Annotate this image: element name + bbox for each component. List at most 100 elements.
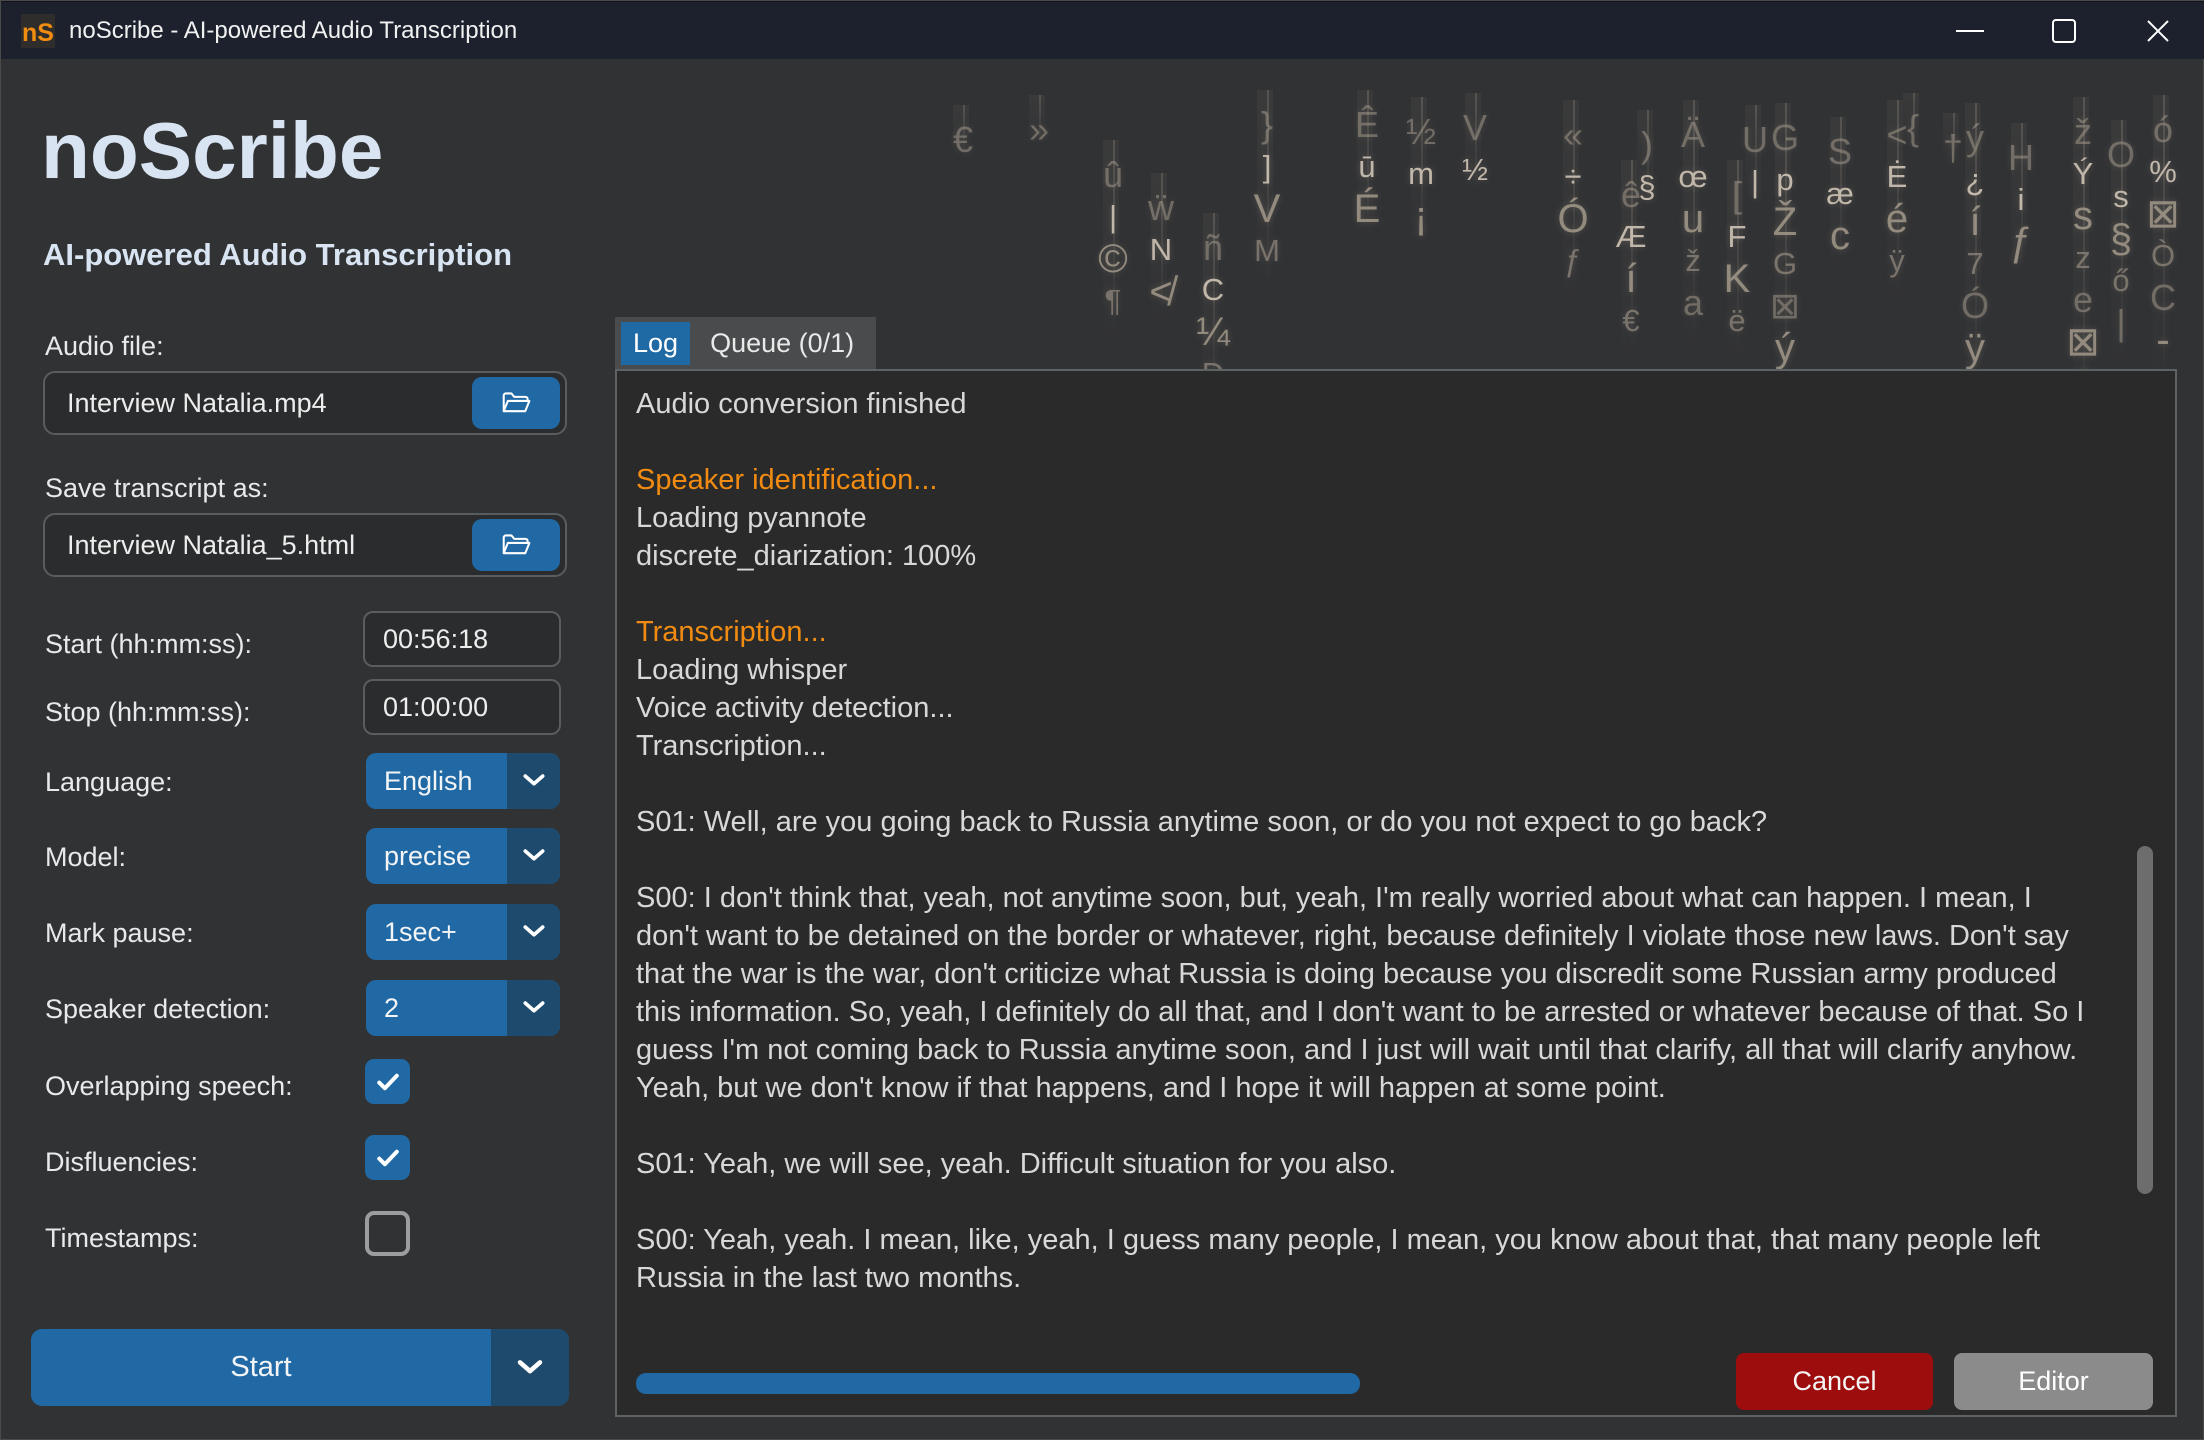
timestamps-checkbox[interactable] xyxy=(365,1211,410,1256)
log-line: Loading whisper xyxy=(636,651,2088,689)
tab-queue[interactable]: Queue (0/1) xyxy=(698,322,866,365)
minimize-button[interactable] xyxy=(1923,2,2017,60)
start-options-button[interactable] xyxy=(491,1329,569,1406)
log-line xyxy=(636,1107,2088,1145)
close-button[interactable] xyxy=(2111,2,2204,60)
log-line: Speaker identification... xyxy=(636,461,2088,499)
overlapping-speech-checkbox[interactable] xyxy=(365,1059,410,1104)
chevron-down-icon xyxy=(521,772,547,790)
sidebar: noScribe AI-powered Audio Transcription … xyxy=(1,59,601,1439)
speaker-detection-label: Speaker detection: xyxy=(45,994,270,1025)
matrix-rain-column: «÷Óƒ xyxy=(1549,114,1597,282)
log-line: Audio conversion finished xyxy=(636,385,2088,423)
maximize-button[interactable] xyxy=(2017,2,2111,60)
stop-time-value: 01:00:00 xyxy=(383,692,488,723)
maximize-icon xyxy=(2052,19,2076,43)
titlebar: nS noScribe - AI-powered Audio Transcrip… xyxy=(1,1,2204,59)
audio-file-input[interactable]: Interview Natalia.mp4 xyxy=(43,371,567,435)
matrix-rain-column: Os§ő| xyxy=(2097,134,2145,344)
log-line: Loading pyannote xyxy=(636,499,2088,537)
speaker-detection-value: 2 xyxy=(366,980,507,1036)
disfluencies-checkbox[interactable] xyxy=(365,1135,410,1180)
browse-audio-button[interactable] xyxy=(472,377,560,429)
chevron-down-icon xyxy=(521,847,547,865)
app-icon: nS xyxy=(21,14,55,48)
start-time-label: Start (hh:mm:ss): xyxy=(45,629,252,660)
log-line xyxy=(636,423,2088,461)
model-dropdown[interactable]: precise xyxy=(366,828,560,884)
log-line: Voice activity detection... xyxy=(636,689,2088,727)
tab-strip: Log Queue (0/1) xyxy=(615,317,876,369)
start-button[interactable]: Start xyxy=(31,1329,569,1406)
matrix-rain-column: ẅN≮ xyxy=(1137,187,1185,313)
tab-log[interactable]: Log xyxy=(621,322,690,365)
log-line: Transcription... xyxy=(636,727,2088,765)
start-time-value: 00:56:18 xyxy=(383,624,488,655)
matrix-rain-column: ½m¡ xyxy=(1397,111,1445,237)
matrix-rain-column: € xyxy=(939,119,987,161)
audio-file-value: Interview Natalia.mp4 xyxy=(67,388,327,419)
matrix-rain-column: }]VM xyxy=(1243,104,1291,272)
matrix-rain-column: ó%⊠ÒC- xyxy=(2139,109,2187,361)
log-line xyxy=(636,841,2088,879)
stop-time-label: Stop (hh:mm:ss): xyxy=(45,697,251,728)
matrix-rain-column: GpŽG⊠ý xyxy=(1761,117,1809,369)
log-line: S01: Well, are you going back to Russia … xyxy=(636,803,2088,841)
progress-bar xyxy=(636,1373,1360,1394)
start-time-input[interactable]: 00:56:18 xyxy=(363,611,561,667)
app-subtitle: AI-powered Audio Transcription xyxy=(43,237,512,273)
start-button-label: Start xyxy=(31,1329,491,1406)
app-title: noScribe xyxy=(41,105,383,197)
log-line xyxy=(636,1183,2088,1221)
browse-save-button[interactable] xyxy=(472,519,560,571)
open-folder-icon xyxy=(499,530,533,560)
save-as-input[interactable]: Interview Natalia_5.html xyxy=(43,513,567,577)
noscribe-window: { "window": { "title": "noScribe - AI-po… xyxy=(0,0,2204,1440)
checkmark-icon xyxy=(373,1143,403,1173)
model-value: precise xyxy=(366,828,507,884)
cancel-button[interactable]: Cancel xyxy=(1736,1353,1933,1410)
model-label: Model: xyxy=(45,842,126,873)
log-line: discrete_diarization: 100% xyxy=(636,537,2088,575)
open-folder-icon xyxy=(499,388,533,418)
window-title: noScribe - AI-powered Audio Transcriptio… xyxy=(69,17,517,45)
mark-pause-value: 1sec+ xyxy=(366,904,507,960)
close-icon xyxy=(2144,17,2172,45)
window-controls xyxy=(1923,2,2204,60)
log-line: Transcription... xyxy=(636,613,2088,651)
save-as-label: Save transcript as: xyxy=(45,473,269,504)
save-as-value: Interview Natalia_5.html xyxy=(67,530,355,561)
log-line: S01: Yeah, we will see, yeah. Difficult … xyxy=(636,1145,2088,1183)
log-line xyxy=(636,765,2088,803)
overlapping-speech-label: Overlapping speech: xyxy=(45,1071,293,1102)
audio-file-label: Audio file: xyxy=(45,331,164,362)
editor-button[interactable]: Editor xyxy=(1954,1353,2153,1410)
language-dropdown[interactable]: English xyxy=(366,753,560,809)
matrix-rain-column: Hiƒ xyxy=(1997,137,2045,263)
speaker-detection-dropdown[interactable]: 2 xyxy=(366,980,560,1036)
matrix-rain-column: )§ xyxy=(1623,124,1671,208)
log-line: S00: I don't think that, yeah, not anyti… xyxy=(636,879,2088,1107)
matrix-rain-column: û|©¶ xyxy=(1089,154,1137,322)
mark-pause-dropdown[interactable]: 1sec+ xyxy=(366,904,560,960)
log-line: S00: Yeah, yeah. I mean, like, yeah, I g… xyxy=(636,1221,2088,1297)
matrix-rain-column: » xyxy=(1015,109,1063,151)
log-panel: Audio conversion finished Speaker identi… xyxy=(615,369,2177,1417)
checkmark-icon xyxy=(373,1067,403,1097)
log-output[interactable]: Audio conversion finished Speaker identi… xyxy=(636,385,2088,1297)
log-scrollbar[interactable] xyxy=(2137,846,2153,1194)
minimize-icon xyxy=(1956,30,1984,32)
language-value: English xyxy=(366,753,507,809)
matrix-rain-column: Äœuža xyxy=(1669,114,1717,324)
matrix-rain-column: Sæc xyxy=(1816,131,1864,257)
chevron-down-icon xyxy=(521,923,547,941)
matrix-rain-column: V½ xyxy=(1451,107,1499,191)
matrix-rain-column: ÊūÉ xyxy=(1343,104,1391,230)
matrix-rain-column: ý¿í7Óÿ xyxy=(1951,117,1999,369)
chevron-down-icon xyxy=(515,1358,545,1378)
disfluencies-label: Disfluencies: xyxy=(45,1147,198,1178)
chevron-down-icon xyxy=(521,999,547,1017)
stop-time-input[interactable]: 01:00:00 xyxy=(363,679,561,735)
language-label: Language: xyxy=(45,767,173,798)
log-line xyxy=(636,575,2088,613)
